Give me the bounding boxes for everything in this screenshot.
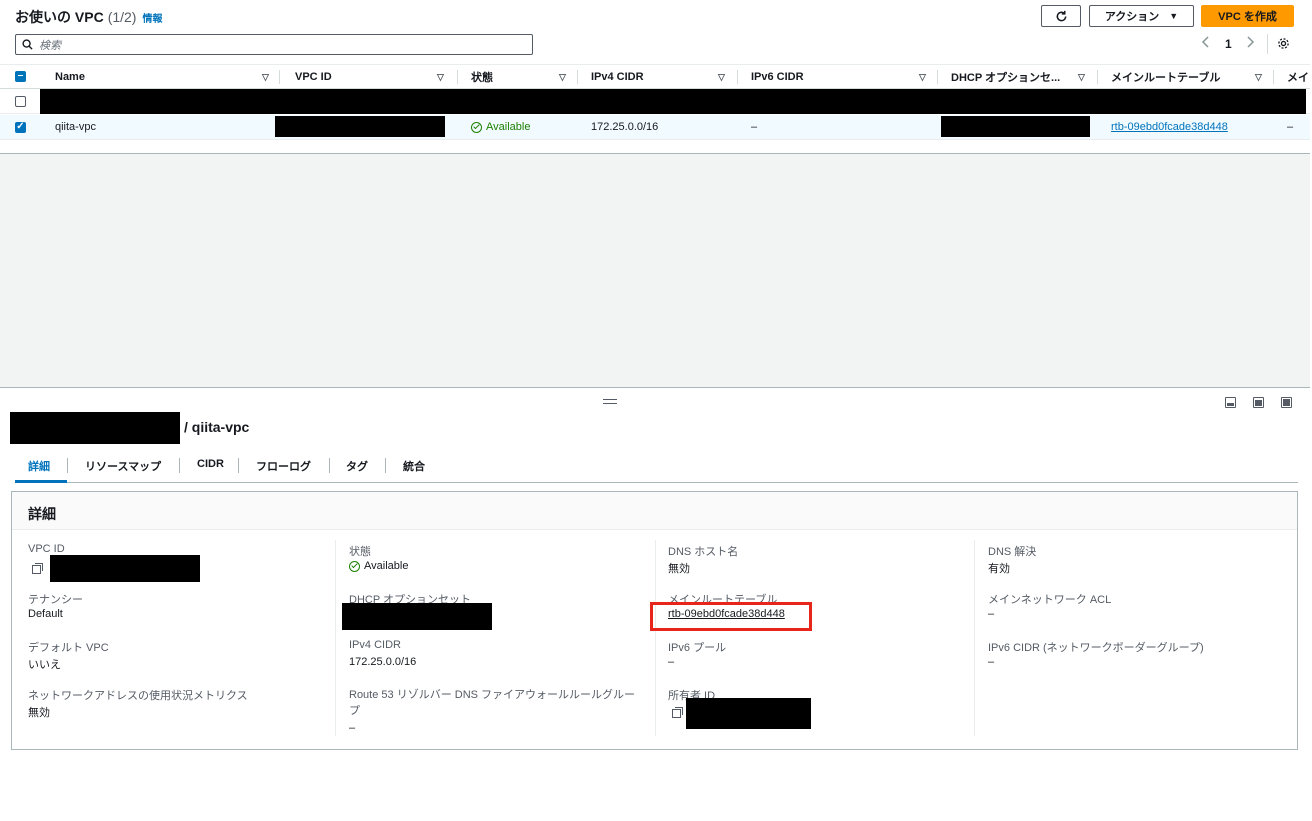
row-checkbox[interactable]: ✓ bbox=[15, 121, 26, 133]
column-header-state[interactable]: 状態 ▽ bbox=[471, 65, 578, 89]
redacted-vpc-id-title bbox=[10, 412, 180, 444]
cell-main-acl: – bbox=[1287, 121, 1294, 133]
search-icon bbox=[22, 39, 33, 50]
redacted-block bbox=[40, 89, 1306, 114]
select-all-checkbox[interactable]: – bbox=[15, 70, 26, 82]
row-checkbox[interactable] bbox=[15, 96, 26, 107]
tab-cidr[interactable]: CIDR bbox=[197, 458, 224, 470]
cell-route-table-link[interactable]: rtb-09ebd0fcade38d448 bbox=[1111, 121, 1228, 133]
create-vpc-label: VPC を作成 bbox=[1218, 11, 1277, 23]
resize-handle[interactable] bbox=[603, 399, 617, 404]
column-header-main-route-table[interactable]: メインルートテーブル ▽ bbox=[1111, 65, 1274, 89]
refresh-icon bbox=[1056, 10, 1066, 21]
split-bottom-icon[interactable] bbox=[1225, 397, 1236, 408]
next-page-icon[interactable] bbox=[1245, 36, 1255, 51]
cell-ipv4: 172.25.0.0/16 bbox=[591, 121, 659, 133]
page-title: お使いの VPC (1/2) 情報 bbox=[15, 7, 162, 27]
active-tab-indicator bbox=[15, 480, 67, 483]
actions-button[interactable]: アクション ▼ bbox=[1089, 5, 1194, 27]
value-state: Available bbox=[349, 560, 408, 572]
info-link[interactable]: 情報 bbox=[142, 14, 162, 25]
column-header-main-acl[interactable]: メイ bbox=[1287, 65, 1309, 89]
label-ipv4-cidr: IPv4 CIDR bbox=[349, 639, 401, 651]
column-header-ipv4-cidr[interactable]: IPv4 CIDR ▽ bbox=[591, 65, 738, 89]
column-divider bbox=[974, 540, 975, 736]
cell-ipv6: – bbox=[751, 121, 758, 133]
split-side-icon[interactable] bbox=[1253, 397, 1264, 408]
label-ipv6-cidr-border: IPv6 CIDR (ネットワークボーダーグループ) bbox=[988, 642, 1204, 654]
label-tenancy: テナンシー bbox=[28, 594, 83, 606]
refresh-button[interactable] bbox=[1041, 5, 1081, 27]
value-route53-firewall: – bbox=[349, 722, 356, 734]
settings-gear-icon[interactable] bbox=[1277, 37, 1290, 53]
tab-details[interactable]: 詳細 bbox=[28, 458, 50, 474]
label-network-metrics: ネットワークアドレスの使用状況メトリクス bbox=[28, 690, 248, 702]
title-text: お使いの VPC bbox=[15, 9, 104, 25]
search-placeholder: 検索 bbox=[39, 39, 61, 52]
redacted-dhcp bbox=[941, 116, 1090, 137]
value-dns-hostnames: 無効 bbox=[668, 563, 690, 575]
status-ok-icon bbox=[471, 121, 482, 133]
label-vpc-id: VPC ID bbox=[28, 543, 65, 555]
create-vpc-button[interactable]: VPC を作成 bbox=[1201, 5, 1294, 27]
column-divider bbox=[655, 540, 656, 736]
status-ok-icon bbox=[349, 560, 360, 572]
value-default-vpc: いいえ bbox=[28, 659, 61, 671]
table-row[interactable] bbox=[0, 89, 1310, 114]
redacted-owner-id bbox=[686, 698, 811, 729]
copy-icon[interactable] bbox=[32, 563, 43, 577]
actions-label: アクション bbox=[1104, 11, 1160, 23]
tab-resource-map[interactable]: リソースマップ bbox=[85, 458, 161, 474]
highlight-box bbox=[650, 602, 812, 631]
label-main-acl: メインネットワーク ACL bbox=[988, 594, 1112, 606]
table-empty-area bbox=[0, 153, 1310, 388]
panel-title: 詳細 bbox=[28, 506, 56, 522]
detail-title: / qiita-vpc bbox=[184, 419, 250, 435]
value-ipv6-pool: – bbox=[668, 656, 675, 668]
pager-divider bbox=[1267, 34, 1268, 54]
column-header-vpc-id[interactable]: VPC ID ▽ bbox=[295, 65, 458, 89]
column-header-ipv6-cidr[interactable]: IPv6 CIDR ▽ bbox=[751, 65, 938, 89]
copy-icon[interactable] bbox=[672, 707, 683, 721]
value-dns-resolution: 有効 bbox=[988, 563, 1010, 575]
table-header: – Name ▽ VPC ID ▽ 状態 ▽ IPv4 CIDR ▽ IPv6 CIDR… bbox=[0, 64, 1310, 89]
page-number[interactable]: 1 bbox=[1225, 37, 1232, 51]
column-header-dhcp[interactable]: DHCP オプションセ... ▽ bbox=[951, 65, 1098, 89]
value-ipv6-cidr-border: – bbox=[988, 656, 995, 668]
selection-count: (1/2) bbox=[107, 9, 137, 25]
value-tenancy: Default bbox=[28, 608, 63, 620]
label-state: 状態 bbox=[349, 546, 371, 558]
label-dns-resolution: DNS 解決 bbox=[988, 546, 1037, 558]
tab-tags[interactable]: タグ bbox=[346, 458, 368, 474]
search-input[interactable]: 検索 bbox=[15, 34, 533, 55]
detail-tabs: 詳細 リソースマップ CIDR フローログ タグ 統合 bbox=[15, 455, 1298, 483]
column-divider bbox=[335, 540, 336, 736]
table-row[interactable]: ✓ qiita-vpc Available 172.25.0.0/16 – rt… bbox=[0, 115, 1310, 140]
value-ipv4-cidr: 172.25.0.0/16 bbox=[349, 656, 417, 668]
caret-down-icon: ▼ bbox=[1169, 11, 1179, 21]
column-header-name[interactable]: Name ▽ bbox=[55, 65, 280, 89]
redacted-vpc-id-value bbox=[50, 555, 200, 582]
value-main-acl: – bbox=[988, 608, 995, 620]
redacted-dhcp-value bbox=[342, 603, 492, 630]
redacted-vpc-id bbox=[275, 116, 445, 137]
prev-page-icon[interactable] bbox=[1201, 36, 1211, 51]
label-ipv6-pool: IPv6 プール bbox=[668, 642, 727, 654]
cell-name: qiita-vpc bbox=[55, 121, 96, 133]
split-full-icon[interactable] bbox=[1281, 397, 1292, 408]
tab-integrations[interactable]: 統合 bbox=[403, 458, 425, 474]
tab-flow-logs[interactable]: フローログ bbox=[256, 458, 311, 474]
value-network-metrics: 無効 bbox=[28, 707, 50, 719]
label-default-vpc: デフォルト VPC bbox=[28, 642, 109, 654]
label-dns-hostnames: DNS ホスト名 bbox=[668, 546, 739, 558]
cell-state: Available bbox=[471, 121, 530, 133]
label-route53-firewall: Route 53 リゾルバー DNS ファイアウォールルールグループ bbox=[349, 689, 636, 717]
